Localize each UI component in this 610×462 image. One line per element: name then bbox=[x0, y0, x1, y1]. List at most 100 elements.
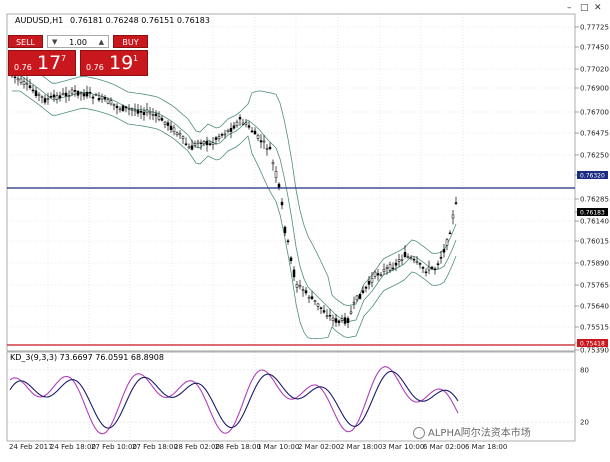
candle-body bbox=[106, 99, 110, 104]
lot-size-input[interactable]: ▼ 1.00 ▲ bbox=[47, 35, 109, 48]
price-tick-label: 0.77020 bbox=[580, 66, 609, 74]
candle-body bbox=[37, 93, 41, 96]
time-label: 24 Feb 2017 bbox=[9, 443, 53, 451]
candle-body bbox=[232, 125, 236, 129]
time-axis: 24 Feb 201724 Feb 18:0027 Feb 10:0027 Fe… bbox=[9, 443, 507, 451]
candle-body bbox=[196, 141, 200, 144]
candle-body bbox=[208, 143, 212, 145]
candle-body bbox=[355, 295, 359, 301]
candle-body bbox=[175, 132, 179, 136]
candle-body bbox=[343, 317, 347, 324]
candle-body bbox=[82, 93, 86, 97]
buy-price-pips: 19 bbox=[109, 52, 134, 74]
buy-price-button[interactable]: 0.76 19 1 bbox=[80, 50, 148, 76]
candle-body bbox=[406, 256, 410, 258]
time-label: 6 Mar 02:00 bbox=[423, 443, 465, 451]
candle-body bbox=[349, 311, 353, 314]
candle-body bbox=[295, 284, 299, 288]
candle-body bbox=[334, 318, 338, 323]
price-tick-label: 0.76015 bbox=[580, 238, 609, 246]
candle-body bbox=[55, 95, 59, 100]
candle-body bbox=[298, 285, 302, 288]
candle-body bbox=[409, 257, 413, 259]
price-tick-label: 0.75515 bbox=[580, 324, 609, 332]
candle-body bbox=[160, 118, 164, 121]
candle-body bbox=[391, 267, 395, 270]
candle-body bbox=[58, 95, 62, 99]
candle-body bbox=[268, 146, 272, 150]
candle-body bbox=[154, 113, 158, 117]
candle-body bbox=[178, 133, 182, 136]
time-label: 27 Feb 18:00 bbox=[132, 443, 178, 451]
candle-body bbox=[229, 128, 233, 132]
candle-body bbox=[400, 259, 404, 261]
time-label: 6 Mar 18:00 bbox=[465, 443, 507, 451]
candle-body bbox=[139, 110, 143, 113]
candle-body bbox=[190, 145, 194, 150]
candle-body bbox=[34, 90, 38, 96]
candle-body bbox=[205, 141, 209, 146]
candle-body bbox=[418, 263, 422, 265]
candle-body bbox=[157, 116, 161, 120]
candle-body bbox=[118, 108, 122, 111]
candle-body bbox=[247, 125, 251, 128]
candle-body bbox=[61, 93, 65, 95]
candle-body bbox=[64, 92, 68, 97]
kd-d-line bbox=[9, 370, 459, 429]
candle-body bbox=[385, 267, 389, 269]
candle-body bbox=[142, 111, 146, 115]
time-label: 3 Mar 10:00 bbox=[382, 443, 424, 451]
candle-body bbox=[307, 296, 311, 299]
lot-increase-icon[interactable]: ▲ bbox=[99, 36, 104, 49]
candle-body bbox=[124, 106, 128, 109]
price-tick-label: 0.75890 bbox=[580, 260, 609, 268]
price-tick-label: 0.76900 bbox=[580, 85, 609, 93]
candle-body bbox=[112, 104, 116, 106]
kd-indicator bbox=[9, 366, 459, 435]
candle-body bbox=[97, 97, 101, 101]
candle-body bbox=[304, 290, 308, 294]
candle-body bbox=[394, 262, 398, 266]
candle-body bbox=[226, 130, 230, 132]
sell-price-fraction: 7 bbox=[61, 54, 67, 63]
ohlc-label: 0.76181 0.76248 0.76151 0.76183 bbox=[70, 16, 210, 25]
price-tick-label: 0.76475 bbox=[580, 130, 609, 138]
time-label: 27 Feb 10:00 bbox=[91, 443, 137, 451]
candle-body bbox=[214, 137, 218, 140]
candle-body bbox=[40, 96, 44, 98]
candle-body bbox=[424, 271, 428, 274]
candle-body bbox=[331, 317, 335, 321]
candle-body bbox=[73, 90, 77, 92]
candle-body bbox=[433, 268, 437, 271]
candle-body bbox=[361, 290, 365, 293]
indicator-tick-label: 80 bbox=[580, 367, 589, 375]
candle-body bbox=[319, 307, 323, 309]
candle-body bbox=[379, 274, 383, 276]
candle-body bbox=[283, 226, 287, 234]
one-click-trade-panel: SELL ▼ 1.00 ▲ BUY 0.76 17 7 0.76 19 1 bbox=[8, 35, 148, 76]
price-axis: 0.77725 0.77450 0.77020 0.76900 0.76700 0.764… bbox=[575, 24, 609, 355]
candle-body bbox=[163, 121, 167, 126]
candle-body bbox=[187, 146, 191, 149]
candle-body bbox=[88, 91, 92, 94]
candle-body bbox=[253, 130, 257, 135]
candle-body bbox=[46, 98, 50, 101]
candle-body bbox=[382, 269, 386, 272]
candle-body bbox=[271, 162, 275, 165]
lot-decrease-icon[interactable]: ▼ bbox=[52, 36, 57, 49]
lot-size-value: 1.00 bbox=[69, 38, 87, 47]
candle-body bbox=[364, 286, 368, 289]
candle-body bbox=[148, 112, 152, 115]
candle-body bbox=[16, 78, 20, 81]
buy-button[interactable]: BUY bbox=[113, 35, 148, 48]
candle-body bbox=[325, 315, 329, 318]
price-tick-label: 0.77450 bbox=[580, 44, 609, 52]
price-tick-label: 0.76700 bbox=[580, 109, 609, 117]
candle-body bbox=[91, 96, 95, 99]
sell-price-button[interactable]: 0.76 17 7 bbox=[8, 50, 76, 76]
candlesticks bbox=[10, 73, 458, 329]
sell-button[interactable]: SELL bbox=[8, 35, 43, 48]
time-label: 28 Feb 18:00 bbox=[215, 443, 261, 451]
candle-body bbox=[13, 76, 17, 79]
buy-price-prefix: 0.76 bbox=[86, 63, 104, 72]
